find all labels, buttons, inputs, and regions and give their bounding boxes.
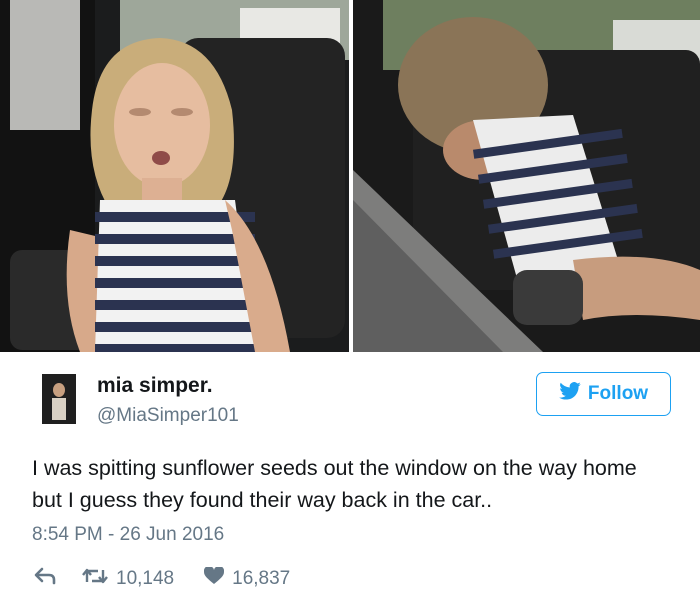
tweet-text: I was spitting sunflower seeds out the w… xyxy=(32,456,637,512)
reply-icon xyxy=(34,567,56,591)
like-count: 16,837 xyxy=(232,568,291,589)
tweet-timestamp[interactable]: 8:54 PM - 26 Jun 2016 xyxy=(32,524,224,546)
heart-icon xyxy=(204,565,225,591)
retweet-count: 10,148 xyxy=(116,568,175,589)
photo-left-image xyxy=(0,0,349,352)
tweet-actions: 10,148 16,837 xyxy=(32,565,291,592)
user-handle[interactable]: @MiaSimper101 xyxy=(97,405,239,427)
display-name[interactable]: mia simper. xyxy=(97,374,213,398)
photo-girl-sleeping-front[interactable] xyxy=(0,0,349,352)
photo-gallery xyxy=(0,0,700,352)
avatar-image xyxy=(42,374,76,424)
twitter-bird-icon xyxy=(559,382,581,406)
tweet-card: mia simper. @MiaSimper101 Follow I was s… xyxy=(0,352,700,614)
photo-right-image xyxy=(353,0,700,352)
reply-button[interactable] xyxy=(34,567,56,591)
retweet-icon xyxy=(82,567,108,591)
retweet-button[interactable]: 10,148 xyxy=(82,567,174,591)
avatar[interactable] xyxy=(42,374,76,424)
photo-girl-sleeping-side[interactable] xyxy=(353,0,700,352)
follow-label: Follow xyxy=(587,383,649,404)
like-button[interactable]: 16,837 xyxy=(204,565,291,591)
follow-button[interactable]: Follow xyxy=(536,372,671,416)
